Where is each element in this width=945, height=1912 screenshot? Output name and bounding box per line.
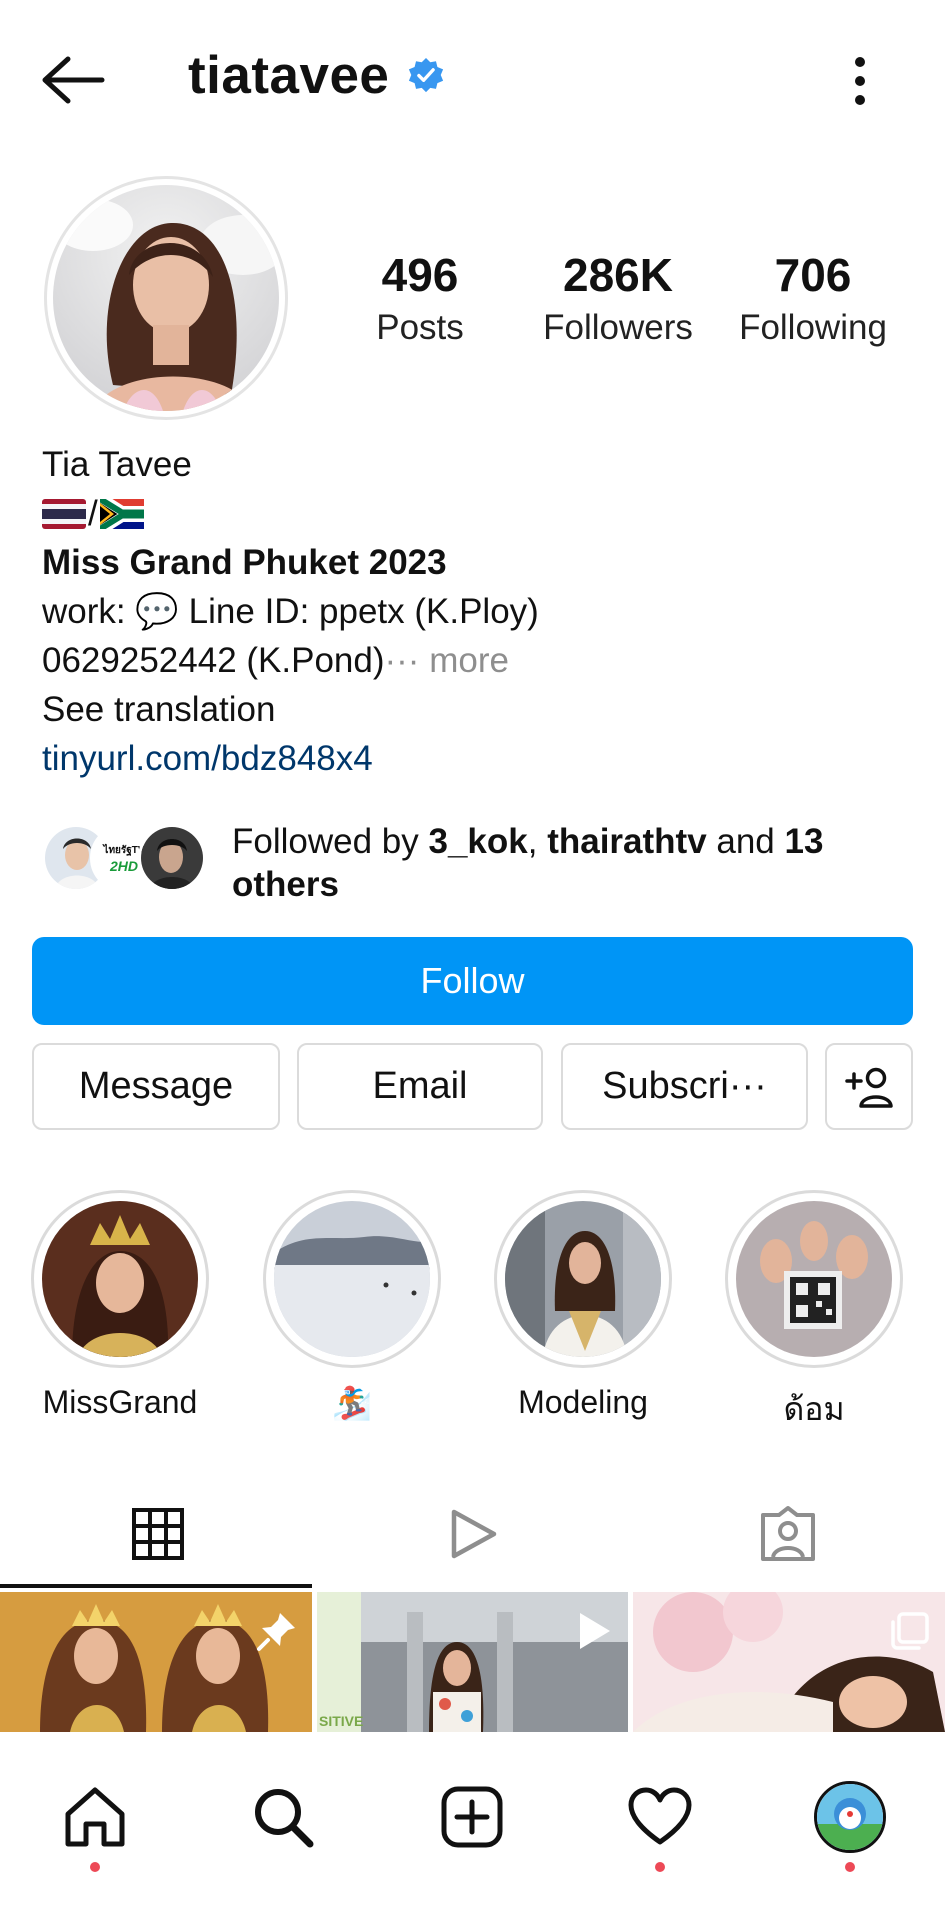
verified-badge-icon: [409, 57, 444, 92]
mutual-followers[interactable]: ไทยรัฐTV 2HD Followed by 3_kok, thairatht…: [42, 820, 922, 910]
profile-username: tiatavee: [188, 45, 445, 106]
story-highlight-modeling[interactable]: Modeling: [493, 1190, 673, 1421]
heart-icon: [628, 1787, 692, 1845]
highlight-label: MissGrand: [42, 1384, 198, 1420]
username-text: tiatavee: [188, 46, 390, 105]
highlight-label: ด้อม: [783, 1391, 845, 1427]
mutual-user-2[interactable]: thairathtv: [547, 822, 706, 861]
flags-line: /: [42, 489, 922, 538]
home-notification-dot: [90, 1862, 100, 1872]
mutual-user-1[interactable]: 3_kok: [428, 822, 527, 861]
nav-profile[interactable]: [795, 1762, 905, 1872]
thailand-flag-icon: [42, 498, 86, 529]
carousel-icon: [891, 1612, 929, 1650]
bio-title: Miss Grand Phuket 2023: [42, 543, 447, 582]
reel-icon: [580, 1613, 611, 1649]
bio-more-link[interactable]: ··· more: [385, 641, 509, 680]
email-button[interactable]: Email: [297, 1043, 543, 1130]
tab-posts-grid[interactable]: [0, 1480, 315, 1588]
bio-work-line: work: 💬 Line ID: ppetx (K.Ploy): [42, 592, 539, 631]
more-options-button[interactable]: [840, 55, 880, 107]
grid-post-3[interactable]: [633, 1592, 945, 1732]
following-count: 706: [774, 249, 852, 301]
speech-bubble-icon: 💬: [135, 592, 179, 631]
tagged-person-icon: [760, 1506, 815, 1561]
home-icon: [65, 1787, 125, 1847]
mutual-avatar-3: [138, 824, 206, 892]
avatar-image: [53, 185, 279, 411]
posts-stat[interactable]: 496 Posts: [360, 245, 480, 351]
highlight-label: Modeling: [518, 1384, 648, 1420]
mutual-followers-text: Followed by 3_kok, thairathtv and 13 oth…: [232, 822, 824, 904]
nav-home[interactable]: [40, 1762, 150, 1872]
grid-icon: [131, 1508, 184, 1560]
mutual-avatars: ไทยรัฐTV 2HD: [42, 824, 212, 896]
posts-count: 496: [381, 249, 459, 301]
tab-reels[interactable]: [315, 1480, 630, 1588]
svg-text:SITIVE: SITIVE: [319, 1713, 363, 1729]
posts-label: Posts: [376, 308, 464, 347]
highlight-cover: [42, 1201, 198, 1357]
story-highlight-fandom[interactable]: ด้อม: [724, 1190, 904, 1435]
search-icon: [255, 1789, 314, 1848]
profile-avatar[interactable]: [44, 176, 288, 420]
nav-create[interactable]: [417, 1762, 527, 1872]
posts-grid: SITIVE: [0, 1592, 945, 1732]
grid-post-2[interactable]: SITIVE: [316, 1592, 629, 1732]
highlight-label: 🏂: [332, 1385, 372, 1421]
message-button[interactable]: Message: [32, 1043, 280, 1130]
followers-label: Followers: [543, 308, 693, 347]
highlight-cover: [274, 1201, 430, 1357]
active-tab-indicator: [0, 1584, 312, 1588]
followers-count: 286K: [563, 249, 673, 301]
following-stat[interactable]: 706 Following: [724, 245, 902, 351]
story-highlight-missgrand[interactable]: MissGrand: [30, 1190, 210, 1421]
profile-notification-dot: [845, 1862, 855, 1872]
nav-search[interactable]: [228, 1762, 338, 1872]
svg-text:2HD: 2HD: [109, 858, 138, 874]
own-profile-avatar: [814, 1781, 886, 1853]
plus-square-icon: [441, 1786, 503, 1848]
highlight-cover: [736, 1201, 892, 1357]
bio-link[interactable]: tinyurl.com/bdz848x4: [42, 734, 922, 783]
highlight-cover: [505, 1201, 661, 1357]
top-bar: tiatavee: [0, 0, 945, 165]
bottom-navigation: [0, 1732, 945, 1912]
suggested-users-button[interactable]: [825, 1043, 913, 1130]
person-add-icon: [845, 1067, 893, 1108]
activity-notification-dot: [655, 1862, 665, 1872]
follow-button[interactable]: Follow: [32, 937, 913, 1025]
back-button[interactable]: [40, 55, 110, 105]
grid-post-1[interactable]: [0, 1592, 312, 1732]
tab-tagged[interactable]: [630, 1480, 945, 1588]
following-label: Following: [739, 308, 887, 347]
profile-bio: Tia Tavee / Miss Grand Phuket 2023 work:…: [42, 440, 922, 783]
full-name: Tia Tavee: [42, 445, 192, 484]
play-icon: [451, 1509, 496, 1559]
bio-phone-line: 0629252442 (K.Pond)··· more: [42, 641, 509, 680]
nav-activity[interactable]: [605, 1762, 715, 1872]
south-africa-flag-icon: [99, 498, 144, 529]
vertical-dots-icon: [855, 57, 865, 105]
subscribe-button[interactable]: Subscri···: [561, 1043, 808, 1130]
followers-stat[interactable]: 286K Followers: [528, 245, 708, 351]
flag-separator: /: [88, 494, 98, 533]
story-highlight-snowboard[interactable]: 🏂: [262, 1190, 442, 1422]
pinned-icon: [256, 1613, 295, 1651]
profile-tabs: [0, 1480, 945, 1588]
see-translation-link[interactable]: See translation: [42, 685, 922, 734]
arrow-left-icon: [42, 56, 105, 104]
